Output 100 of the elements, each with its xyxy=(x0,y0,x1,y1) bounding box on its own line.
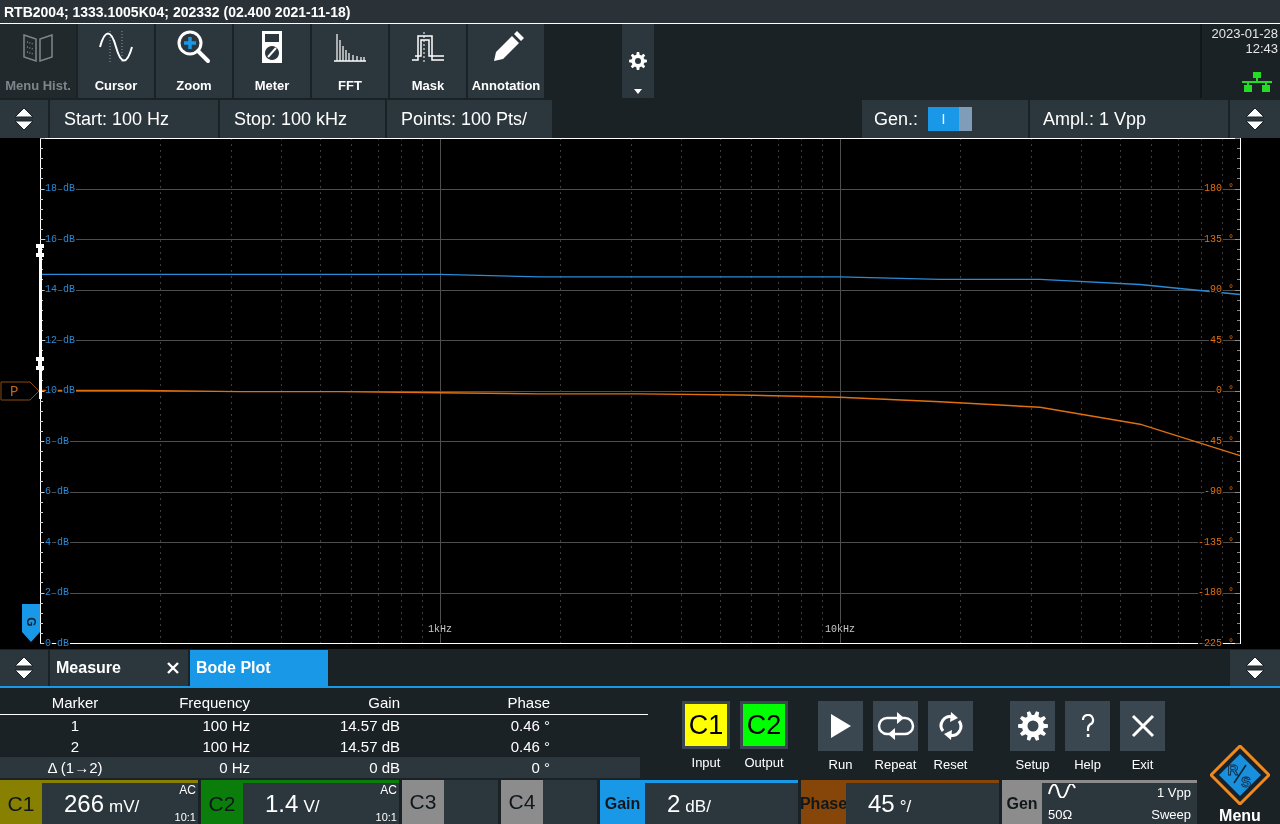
channel-label[interactable]: C4 xyxy=(501,780,543,824)
column-header: Phase xyxy=(506,693,550,713)
axis-tick-label: 10kHz xyxy=(825,623,855,635)
scroll-button[interactable] xyxy=(0,650,48,686)
parameter-button[interactable]: Stop: 100 kHz xyxy=(220,100,385,138)
scale-value: 266 xyxy=(64,791,105,816)
parameter-button[interactable]: Points: 100 Pts/ xyxy=(387,100,552,138)
button-caption: Input xyxy=(691,754,721,772)
button-caption: Run xyxy=(828,756,853,774)
table-cell-text: 0 dB xyxy=(368,758,400,778)
up-down-arrows-icon xyxy=(13,106,35,132)
scale-label[interactable]: Gain xyxy=(600,783,645,824)
table-cell-text: 100 Hz xyxy=(201,716,250,736)
readout-panel[interactable]: 1.4 V/ AC 10:1 xyxy=(243,783,399,824)
column-header: Frequency xyxy=(178,693,250,713)
button-caption: Exit xyxy=(1131,756,1154,774)
mode-label: Sweep xyxy=(1151,808,1191,821)
table-cell-text: 0.46 ° xyxy=(509,737,550,757)
parameter-button[interactable]: Ampl.: 1 Vpp xyxy=(1030,100,1228,138)
readout-panel[interactable]: 45 °/ xyxy=(846,783,999,824)
column-header: Marker xyxy=(50,693,100,713)
run-button[interactable] xyxy=(818,701,863,751)
channel-label[interactable]: C3 xyxy=(402,780,444,824)
channel-button[interactable]: C1 xyxy=(682,701,730,749)
readout-panel[interactable]: 2 dB/ xyxy=(645,783,798,824)
axis-tick-label: 8 dB xyxy=(45,435,69,447)
axis-tick-label: 6 dB xyxy=(45,486,69,497)
scale-unit: mV/ xyxy=(109,797,140,815)
axis-tick-label: 14 dB xyxy=(45,284,75,295)
gain-reference-tag: G xyxy=(22,604,40,642)
up-down-arrows-icon xyxy=(13,655,35,681)
coupling-label: AC xyxy=(380,784,397,796)
marker-icon xyxy=(36,244,44,257)
axis-tick-label: 1kHz xyxy=(428,623,452,635)
axis-tick-label: 12 dB xyxy=(45,334,75,346)
scale-value: 45 xyxy=(868,791,895,816)
toolbar-button[interactable]: Zoom xyxy=(156,24,232,98)
table-cell-text: 14.57 dB xyxy=(338,737,400,757)
column-header: Gain xyxy=(367,693,400,713)
table-cell-text: Δ (1→2) xyxy=(46,758,104,778)
scale-unit: °/ xyxy=(899,797,912,815)
axis-tick-label: 180 ° xyxy=(1204,183,1234,194)
repeat-icon xyxy=(876,712,915,740)
axis-tick-label: 2 dB xyxy=(45,587,69,598)
axis-tick-label: 0 ° xyxy=(1216,385,1234,396)
close-icon xyxy=(1130,714,1155,738)
toolbar-button[interactable]: Mask xyxy=(390,24,466,98)
date-label: 2023-01-28 xyxy=(1211,26,1278,41)
tab[interactable]: Measure xyxy=(50,650,188,686)
reset-button[interactable] xyxy=(928,701,973,751)
coupling-label: AC xyxy=(179,784,196,796)
sine-wave-icon xyxy=(1048,784,1076,798)
repeat-button[interactable] xyxy=(873,701,918,751)
help-button[interactable] xyxy=(1065,701,1110,751)
toolbar-button[interactable]: FFT xyxy=(312,24,388,98)
settings-icon xyxy=(1017,711,1048,741)
axis-tick-label: -45 ° xyxy=(1204,435,1234,447)
toolbar-button[interactable]: Cursor xyxy=(78,24,154,98)
axis-tick-label: -90 ° xyxy=(1204,486,1234,497)
up-down-arrows-icon xyxy=(1244,106,1266,132)
scale-value: 2 xyxy=(667,791,681,816)
axis-tick-label: -180 ° xyxy=(1198,587,1234,598)
scroll-button[interactable] xyxy=(1230,100,1280,138)
scale-unit: V/ xyxy=(303,797,320,815)
axis-tick-label: 135 ° xyxy=(1204,233,1234,245)
axis-tick-label: 18 dB xyxy=(45,183,75,194)
toolbar-button[interactable]: Meter xyxy=(234,24,310,98)
marker-icon xyxy=(36,357,44,370)
table-cell-text: 14.57 dB xyxy=(338,716,400,736)
up-down-arrows-icon xyxy=(1244,655,1266,681)
scroll-button[interactable] xyxy=(1230,650,1280,686)
scale-value: 1.4 xyxy=(265,791,299,816)
table-cell-text: 100 Hz xyxy=(201,737,250,757)
setup-button[interactable] xyxy=(1010,701,1055,751)
settings-button[interactable] xyxy=(622,24,654,98)
help-icon xyxy=(1080,714,1095,738)
toolbar-button[interactable]: Annotation xyxy=(468,24,544,98)
channel-label[interactable]: C1 xyxy=(0,783,42,824)
axis-tick-label: 90 ° xyxy=(1210,284,1234,295)
phase-reference-tag: P xyxy=(0,381,40,401)
readout-panel[interactable]: 266 mV/ AC 10:1 xyxy=(42,783,198,824)
table-cell-text: 0 Hz xyxy=(218,758,250,778)
table-cell-text: 1 xyxy=(69,716,81,736)
axis-tick-label: 4 dB xyxy=(45,536,69,548)
button-caption: Help xyxy=(1074,756,1101,774)
axis-tick-label: 16 dB xyxy=(45,233,75,245)
play-icon xyxy=(829,713,852,739)
channel-button[interactable]: C2 xyxy=(740,701,788,749)
menu-button[interactable]: R S Menu xyxy=(1200,745,1280,824)
generator-label[interactable]: Gen xyxy=(1002,783,1042,824)
impedance-label: 50Ω xyxy=(1048,808,1074,821)
exit-button[interactable] xyxy=(1120,701,1165,751)
network-icon xyxy=(1242,72,1272,92)
axis-tick-label: -135 ° xyxy=(1198,536,1234,548)
scroll-button[interactable] xyxy=(0,100,48,138)
button-caption: Reset xyxy=(933,756,968,774)
field-label: Gen.: xyxy=(874,107,919,131)
parameter-button[interactable]: Start: 100 Hz xyxy=(50,100,218,138)
readout-panel[interactable]: 50Ω 1 Vpp Sweep xyxy=(1042,783,1197,824)
button-caption: Setup xyxy=(1015,756,1050,774)
